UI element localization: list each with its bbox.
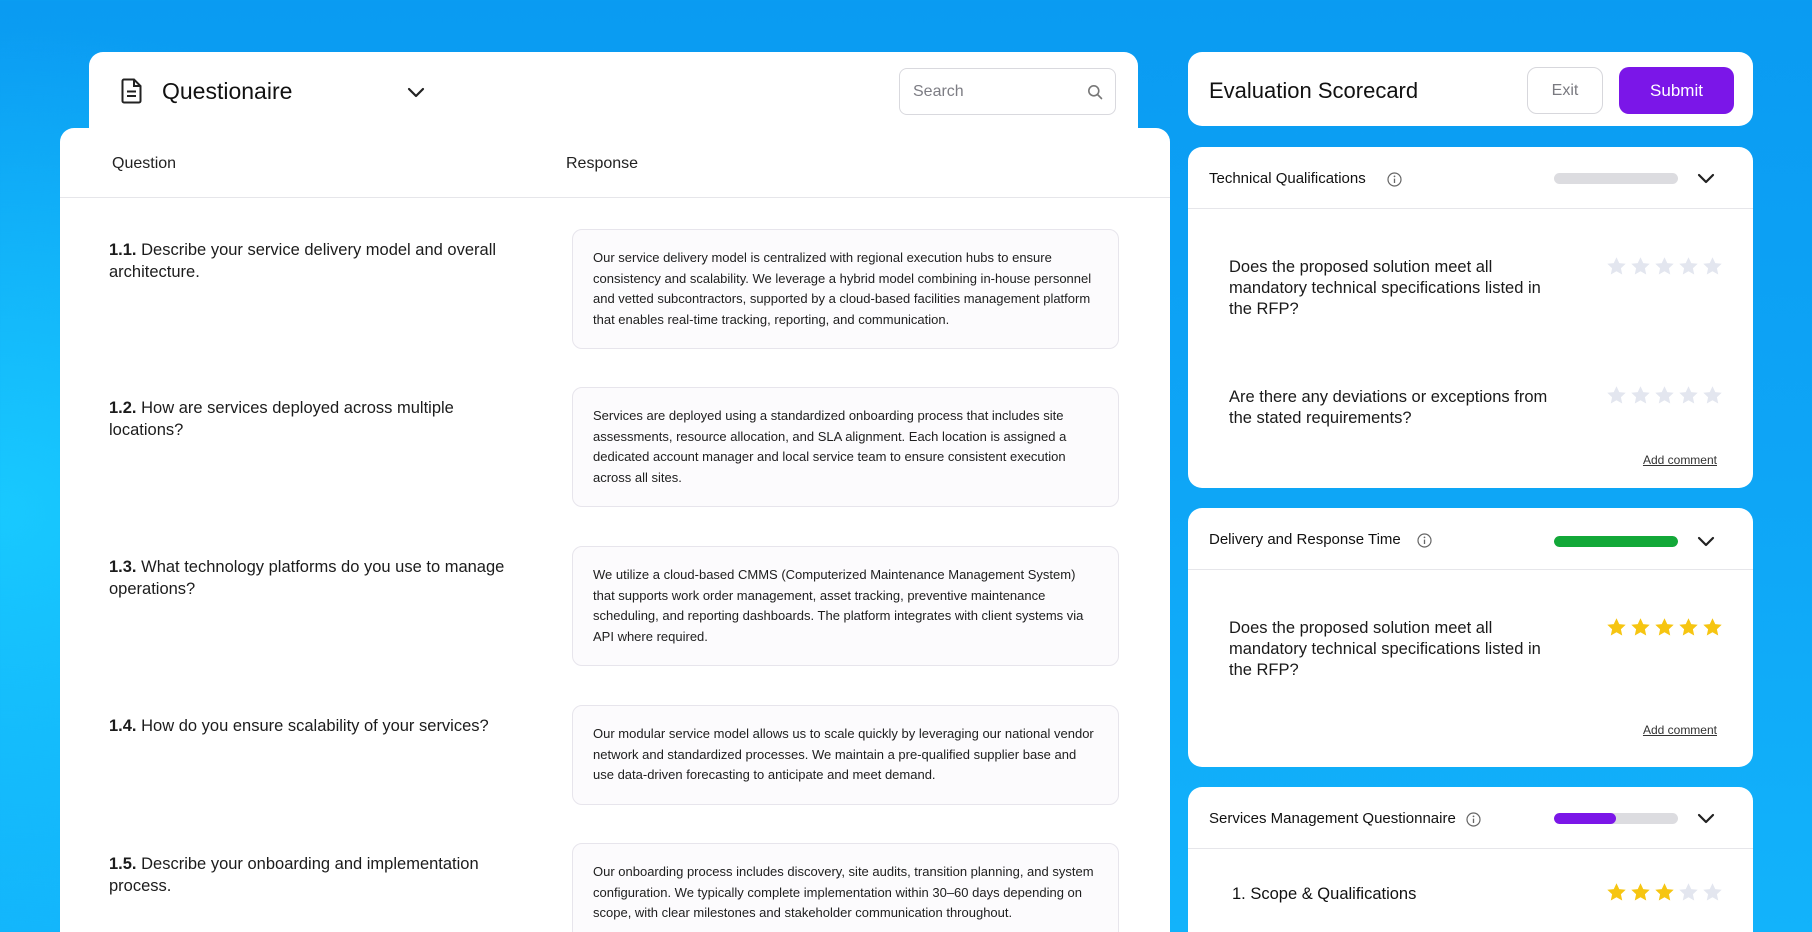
column-header-question: Question xyxy=(112,155,177,172)
section-name: Technical Qualifications xyxy=(1209,170,1366,187)
table-header: Question Response xyxy=(60,128,1170,198)
section-progress-fill xyxy=(1554,536,1678,547)
criterion-text: Does the proposed solution meet all mand… xyxy=(1229,258,1541,318)
scorecard-title: Evaluation Scorecard xyxy=(1209,78,1419,103)
star-icon[interactable] xyxy=(1606,256,1627,277)
submit-button[interactable]: Submit xyxy=(1619,67,1734,114)
star-icon[interactable] xyxy=(1630,256,1651,277)
star-icon[interactable] xyxy=(1702,385,1723,406)
star-icon[interactable] xyxy=(1654,882,1675,903)
chevron-down-icon[interactable] xyxy=(405,82,427,104)
star-icon[interactable] xyxy=(1702,617,1723,638)
star-icon[interactable] xyxy=(1702,256,1723,277)
question-number: 1.1. xyxy=(109,241,137,259)
question-body: Describe your service delivery model and… xyxy=(109,241,497,281)
response-text: We utilize a cloud-based CMMS (Computeri… xyxy=(572,546,1119,666)
star-icon[interactable] xyxy=(1606,385,1627,406)
response-text: Our modular service model allows us to s… xyxy=(572,705,1119,805)
star-icon[interactable] xyxy=(1654,617,1675,638)
section-progress-bar xyxy=(1554,536,1678,547)
question-text: 1.4. How do you ensure scalability of yo… xyxy=(109,715,509,737)
star-icon[interactable] xyxy=(1606,617,1627,638)
question-text: 1.3. What technology platforms do you us… xyxy=(109,556,509,600)
criterion-text: Does the proposed solution meet all mand… xyxy=(1229,619,1541,679)
criterion-text: Are there any deviations or exceptions f… xyxy=(1229,388,1548,427)
chevron-down-icon[interactable] xyxy=(1695,808,1717,830)
column-header-response: Response xyxy=(566,155,639,172)
star-icon[interactable] xyxy=(1654,385,1675,406)
question-number: 1.4. xyxy=(109,717,137,735)
star-icon[interactable] xyxy=(1630,385,1651,406)
add-comment-link[interactable]: Add comment xyxy=(1643,723,1717,737)
question-body: How are services deployed across multipl… xyxy=(109,399,454,439)
questionnaire-panel: Question Response 1.1. Describe your ser… xyxy=(60,128,1170,932)
question-number: 1.2. xyxy=(109,399,137,417)
response-text: Our service delivery model is centralize… xyxy=(572,229,1119,349)
exit-button[interactable]: Exit xyxy=(1527,67,1603,114)
questionnaire-header: Questionaire xyxy=(89,52,1138,138)
response-text: Our onboarding process includes discover… xyxy=(572,843,1119,932)
star-icon[interactable] xyxy=(1678,617,1699,638)
search-input[interactable] xyxy=(913,69,1083,114)
info-icon[interactable] xyxy=(1466,812,1481,827)
chevron-down-icon[interactable] xyxy=(1695,168,1717,190)
question-text: 1.5. Describe your onboarding and implem… xyxy=(109,853,509,897)
section-card-technical-qualifications: Technical Qualifications Does the propos… xyxy=(1188,147,1753,488)
question-body: How do you ensure scalability of your se… xyxy=(141,717,489,735)
question-number: 1.3. xyxy=(109,558,137,576)
question-body: Describe your onboarding and implementat… xyxy=(109,855,479,895)
question-text: 1.2. How are services deployed across mu… xyxy=(109,397,509,441)
section-progress-fill xyxy=(1554,813,1616,824)
questionnaire-title: Questionaire xyxy=(162,78,293,104)
search-icon[interactable] xyxy=(1087,84,1103,100)
add-comment-link[interactable]: Add comment xyxy=(1643,453,1717,467)
star-icon[interactable] xyxy=(1702,882,1723,903)
section-header: Services Management Questionnaire xyxy=(1188,787,1753,849)
section-card-delivery-response-time: Delivery and Response Time Does the prop… xyxy=(1188,508,1753,767)
section-card-services-management: Services Management Questionnaire 1. Sco… xyxy=(1188,787,1753,932)
star-rating[interactable] xyxy=(1606,617,1723,638)
section-header: Technical Qualifications xyxy=(1188,147,1753,209)
chevron-down-icon[interactable] xyxy=(1695,531,1717,553)
star-icon[interactable] xyxy=(1654,256,1675,277)
star-icon[interactable] xyxy=(1678,385,1699,406)
document-icon xyxy=(121,78,142,104)
search-box xyxy=(899,68,1116,115)
section-name: Services Management Questionnaire xyxy=(1209,810,1456,827)
star-rating[interactable] xyxy=(1606,385,1723,406)
question-body: What technology platforms do you use to … xyxy=(109,558,505,598)
section-header: Delivery and Response Time xyxy=(1188,508,1753,570)
section-progress-bar xyxy=(1554,173,1678,184)
star-icon[interactable] xyxy=(1606,882,1627,903)
star-icon[interactable] xyxy=(1678,256,1699,277)
question-text: 1.1. Describe your service delivery mode… xyxy=(109,239,509,283)
star-icon[interactable] xyxy=(1630,617,1651,638)
info-icon[interactable] xyxy=(1417,533,1432,548)
star-icon[interactable] xyxy=(1678,882,1699,903)
section-progress-bar xyxy=(1554,813,1678,824)
star-icon[interactable] xyxy=(1630,882,1651,903)
question-number: 1.5. xyxy=(109,855,137,873)
info-icon[interactable] xyxy=(1387,172,1402,187)
scorecard-header: Evaluation Scorecard Exit Submit xyxy=(1188,52,1753,126)
sub-section-label[interactable]: 1. Scope & Qualifications xyxy=(1232,885,1416,904)
section-name: Delivery and Response Time xyxy=(1209,531,1401,548)
response-text: Services are deployed using a standardiz… xyxy=(572,387,1119,507)
star-rating[interactable] xyxy=(1606,256,1723,277)
star-rating[interactable] xyxy=(1606,882,1723,903)
